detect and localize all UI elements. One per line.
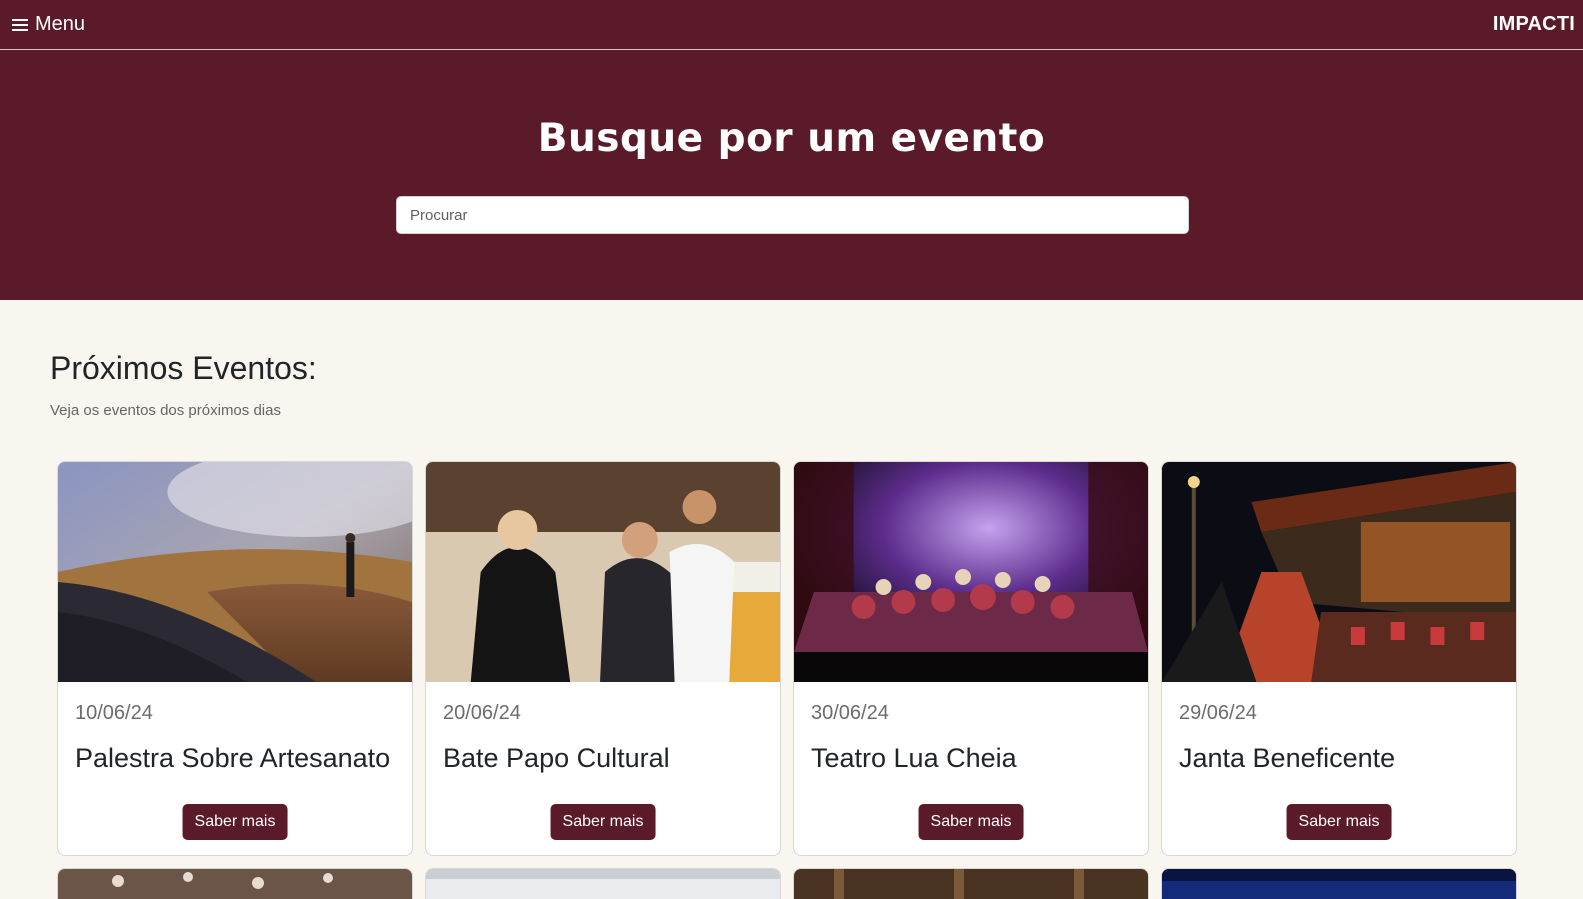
- event-card-partial: [57, 868, 413, 899]
- event-image: [58, 869, 412, 899]
- event-image: [426, 869, 780, 899]
- event-card: 30/06/24 Teatro Lua Cheia Saber mais: [793, 461, 1149, 856]
- saber-mais-button[interactable]: Saber mais: [1286, 804, 1392, 840]
- section-subtitle: Veja os eventos dos próximos dias: [50, 402, 281, 419]
- event-date: 10/06/24: [75, 702, 153, 724]
- event-date: 30/06/24: [811, 702, 889, 724]
- event-image: [1162, 462, 1516, 682]
- top-navbar: Menu IMPACTI: [0, 0, 1583, 50]
- event-card: 10/06/24 Palestra Sobre Artesanato Saber…: [57, 461, 413, 856]
- event-card: 20/06/24 Bate Papo Cultural Saber mais: [425, 461, 781, 856]
- menu-button[interactable]: Menu: [12, 13, 85, 36]
- saber-mais-button[interactable]: Saber mais: [182, 804, 288, 840]
- menu-label: Menu: [35, 13, 86, 35]
- event-title: Palestra Sobre Artesanato: [75, 743, 391, 773]
- search-hero: Busque por um evento: [0, 50, 1583, 300]
- hero-title: Busque por um evento: [537, 116, 1046, 161]
- event-image: [426, 462, 780, 682]
- event-image: [1162, 869, 1516, 899]
- event-card: 29/06/24 Janta Beneficente Saber mais: [1161, 461, 1517, 856]
- event-card-partial: [1161, 868, 1517, 899]
- event-title: Janta Beneficente: [1179, 743, 1396, 773]
- hamburger-icon: [12, 18, 28, 31]
- saber-mais-button[interactable]: Saber mais: [918, 804, 1024, 840]
- section-title: Próximos Eventos:: [50, 350, 317, 386]
- event-image: [58, 462, 412, 682]
- event-title: Teatro Lua Cheia: [811, 743, 1017, 773]
- event-image: [794, 869, 1148, 899]
- brand-logo[interactable]: IMPACTI: [1493, 13, 1575, 36]
- event-card-partial: [793, 868, 1149, 899]
- event-date: 29/06/24: [1179, 702, 1257, 724]
- event-title: Bate Papo Cultural: [443, 743, 670, 773]
- event-date: 20/06/24: [443, 702, 521, 724]
- event-image: [794, 462, 1148, 682]
- saber-mais-button[interactable]: Saber mais: [550, 804, 656, 840]
- event-card-partial: [425, 868, 781, 899]
- search-input[interactable]: [396, 196, 1189, 234]
